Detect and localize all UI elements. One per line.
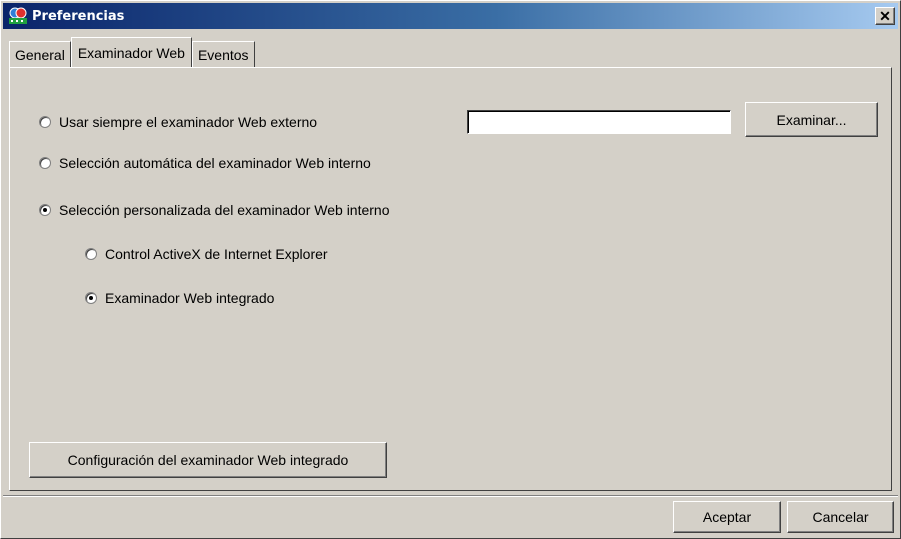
radio-button[interactable] xyxy=(85,292,97,304)
close-button[interactable]: ✕ xyxy=(875,7,895,25)
tab-general[interactable]: General xyxy=(9,41,71,67)
radio-label: Selección personalizada del examinador W… xyxy=(59,202,390,218)
window-title: Preferencias xyxy=(32,8,125,24)
radio-label: Examinador Web integrado xyxy=(105,290,275,306)
tab-general-label: General xyxy=(15,46,65,63)
radio-button[interactable] xyxy=(39,204,51,216)
preferences-dialog: Preferencias ✕ General Examinador Web Ev… xyxy=(0,0,901,539)
close-icon: ✕ xyxy=(879,8,891,24)
tab-strip: General Examinador Web Eventos xyxy=(9,37,255,67)
external-browser-path-input[interactable] xyxy=(467,110,731,134)
tab-examinador-web[interactable]: Examinador Web xyxy=(70,37,192,67)
radio-button[interactable] xyxy=(39,116,51,128)
title-bar[interactable]: Preferencias ✕ xyxy=(3,3,898,29)
cancel-button-label: Cancelar xyxy=(812,509,869,525)
radio-label: Control ActiveX de Internet Explorer xyxy=(105,246,328,262)
radio-external-browser[interactable]: Usar siempre el examinador Web externo xyxy=(39,114,317,130)
radio-automatic-internal[interactable]: Selección automática del examinador Web … xyxy=(39,155,371,171)
radio-activex-ie[interactable]: Control ActiveX de Internet Explorer xyxy=(85,246,328,262)
cancel-button[interactable]: Cancelar xyxy=(787,501,894,533)
radio-custom-internal[interactable]: Selección personalizada del examinador W… xyxy=(39,202,390,218)
radio-button[interactable] xyxy=(85,248,97,260)
tab-eventos-label: Eventos xyxy=(197,46,249,63)
radio-button[interactable] xyxy=(39,157,51,169)
integrated-browser-config-button[interactable]: Configuración del examinador Web integra… xyxy=(29,442,387,478)
tab-eventos[interactable]: Eventos xyxy=(191,41,255,67)
browse-button-label: Examinar... xyxy=(776,111,847,128)
app-icon xyxy=(8,7,28,25)
footer-separator xyxy=(3,495,898,497)
ok-button[interactable]: Aceptar xyxy=(673,501,781,533)
config-button-label: Configuración del examinador Web integra… xyxy=(67,452,349,468)
browse-button[interactable]: Examinar... xyxy=(745,102,878,137)
radio-integrated-browser[interactable]: Examinador Web integrado xyxy=(85,290,274,306)
ok-button-label: Aceptar xyxy=(702,509,752,525)
radio-label: Selección automática del examinador Web … xyxy=(59,155,371,171)
tab-examinador-web-label: Examinador Web xyxy=(77,44,185,61)
radio-label: Usar siempre el examinador Web externo xyxy=(59,114,318,130)
